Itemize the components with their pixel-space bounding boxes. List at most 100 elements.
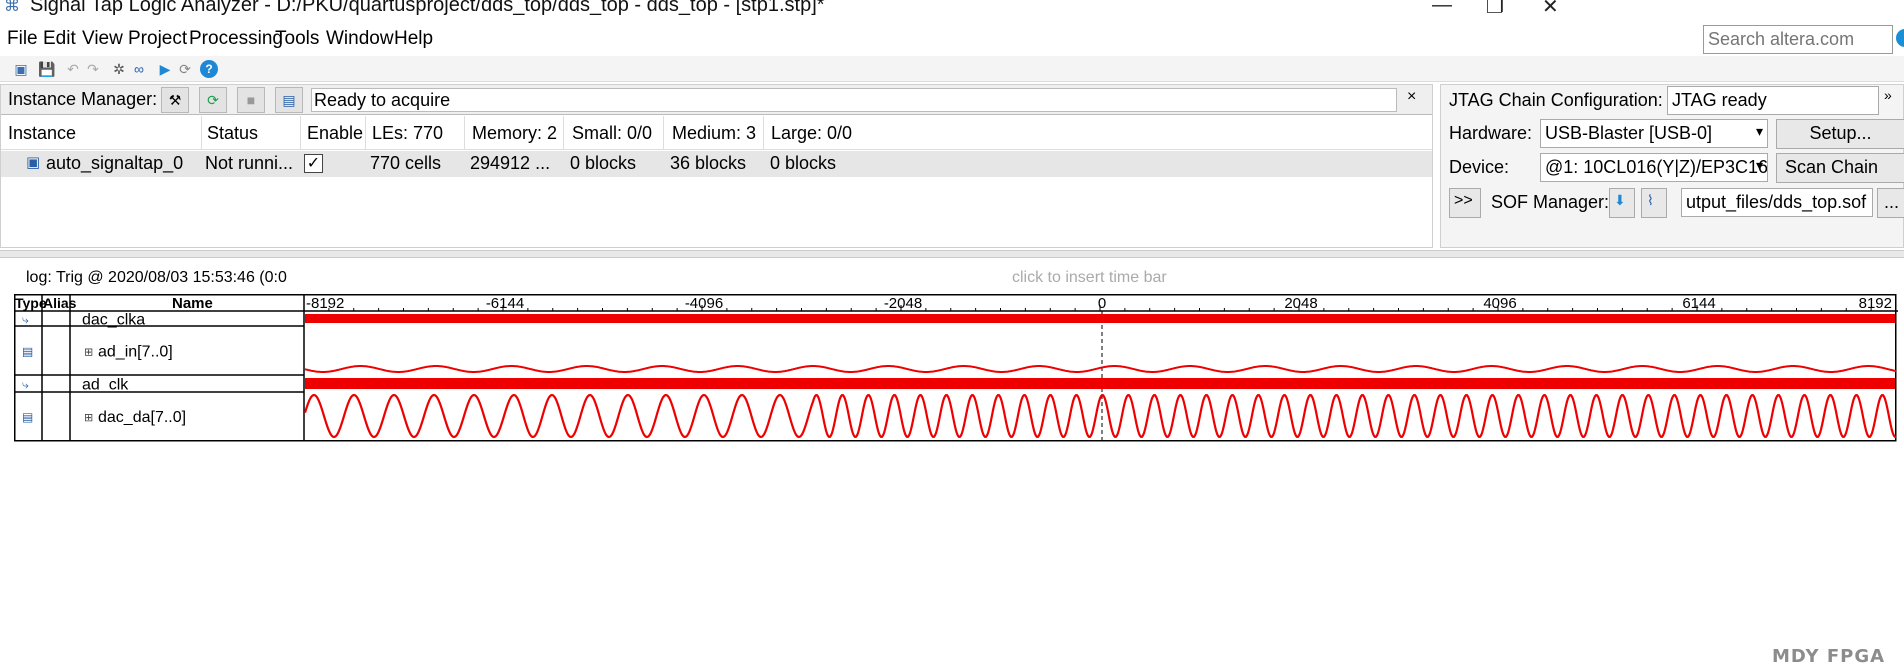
read-data-icon[interactable]: ▤ (275, 87, 303, 113)
binoculars-icon[interactable]: ∞ (130, 60, 148, 78)
table-row[interactable]: ▣ auto_signaltap_0 Not runni... ✓ 770 ce… (1, 151, 1432, 177)
menu-window[interactable]: Window (326, 28, 394, 50)
autorun-analysis-icon[interactable]: ⟳ (199, 87, 227, 113)
signal-type-icon: ▤ (22, 345, 33, 359)
signal-type-icon: ⤷ (22, 313, 29, 327)
menu-help[interactable]: Help (394, 28, 433, 50)
acquisition-status: Ready to acquire (311, 88, 1397, 112)
waveform-grid[interactable]: Type Alias Name -8192 -6144 -4096 -2048 0 204… (14, 294, 1898, 470)
tick-label: 0 (1098, 295, 1106, 312)
instance-name: auto_signaltap_0 (46, 153, 184, 173)
help-icon[interactable]: ? (200, 60, 218, 78)
clock-waveform (305, 314, 1895, 323)
instance-table-header: Instance Status Enable LEs: 770 Memory: … (1, 116, 1432, 150)
tick-label: 4096 (1483, 295, 1516, 312)
instance-icon: ▣ (26, 154, 41, 171)
expand-button[interactable]: >> (1449, 188, 1481, 218)
instance-manager-header: Instance Manager: ⚒ ⟳ ■ ▤ Ready to acqui… (1, 85, 1432, 115)
stop-icon[interactable]: ■ (237, 87, 265, 113)
run-icon[interactable]: ▶ (156, 60, 174, 78)
instance-manager-label: Instance Manager: (8, 89, 158, 109)
tick-label: 6144 (1682, 295, 1715, 312)
scan-chain-button[interactable]: Scan Chain (1776, 153, 1904, 183)
column-les[interactable]: LEs: 770 (372, 123, 443, 144)
close-icon[interactable]: × (1407, 88, 1416, 106)
browse-button[interactable]: ... (1877, 188, 1904, 218)
restore-icon[interactable]: ❐ (1486, 0, 1504, 19)
autorun-icon[interactable]: ⟳ (176, 60, 194, 78)
clock-waveform (305, 378, 1895, 389)
signal-row[interactable]: ▤ ⊞ dac_da[7..0] (22, 393, 1897, 439)
sof-manager-label: SOF Manager: (1491, 192, 1610, 212)
les-value: 770 cells (370, 153, 442, 173)
menu-processing[interactable]: Processing (189, 28, 283, 50)
jtag-chain-panel: JTAG Chain Configuration: JTAG ready » H… (1440, 84, 1904, 248)
device-select[interactable]: @1: 10CL016(Y|Z)/EP3C16/I (1540, 153, 1768, 182)
signal-name: ad_in[7..0] (98, 344, 173, 361)
program-device-icon[interactable]: ⬇ (1609, 188, 1635, 218)
save-icon[interactable]: 💾 (38, 60, 56, 78)
signal-type-icon: ▤ (22, 410, 33, 424)
tick-label: -8192 (306, 295, 344, 312)
bus-waveform (304, 365, 1897, 373)
signal-row[interactable]: ▤ ⊞ ad_in[7..0] (22, 344, 1897, 373)
large-value: 0 blocks (770, 153, 837, 173)
title-bar: ⌘ Signal Tap Logic Analyzer - D:/PKU/qua… (0, 0, 1904, 26)
menu-view[interactable]: View (82, 28, 123, 50)
signal-row[interactable]: ⤷ ad_clk (22, 377, 1895, 394)
setup-button[interactable]: Setup... (1776, 119, 1904, 149)
device-label: Device: (1449, 157, 1510, 177)
sof-file-field[interactable]: utput_files/dds_top.sof (1681, 188, 1873, 217)
instance-manager-panel: Instance Manager: ⚒ ⟳ ■ ▤ Ready to acqui… (0, 84, 1433, 248)
enable-checkbox[interactable]: ✓ (304, 154, 323, 173)
panel-splitter[interactable] (0, 250, 1904, 258)
undo-icon[interactable]: ↶ (64, 60, 82, 78)
signal-type-icon: ⤷ (22, 378, 29, 392)
signal-name: dac_clka (82, 312, 145, 329)
wand-icon[interactable]: ⚒ (161, 87, 189, 113)
project-navigator-icon[interactable]: ▣ (12, 60, 30, 78)
tick-label: 8192 (1859, 295, 1892, 312)
column-medium[interactable]: Medium: 3 (672, 123, 756, 144)
column-small[interactable]: Small: 0/0 (572, 123, 652, 144)
hardware-label: Hardware: (1449, 123, 1533, 143)
jtag-label: JTAG Chain Configuration: (1449, 90, 1663, 110)
attach-file-icon[interactable]: ⌇ (1641, 188, 1667, 218)
close-icon[interactable]: ✕ (1542, 0, 1559, 19)
minimize-icon[interactable]: — (1432, 0, 1452, 17)
waveform-viewer: log: Trig @ 2020/08/03 15:53:46 (0:0 cli… (0, 262, 1904, 670)
menu-project[interactable]: Project (128, 28, 187, 50)
instance-status: Not runni... (205, 153, 294, 173)
column-instance[interactable]: Instance (8, 123, 76, 144)
memory-value: 294912 ... (470, 153, 551, 173)
column-status[interactable]: Status (207, 123, 258, 144)
menu-file[interactable]: File (7, 28, 38, 50)
tick-label: -2048 (884, 295, 922, 312)
log-label: log: Trig @ 2020/08/03 15:53:46 (0:0 (26, 269, 287, 286)
tick-label: -6144 (486, 295, 524, 312)
signal-name: dac_da[7..0] (98, 409, 186, 426)
medium-value: 36 blocks (670, 153, 747, 173)
app-icon: ⌘ (4, 0, 20, 15)
insert-time-bar-hint[interactable]: click to insert time bar (1012, 269, 1167, 287)
toolbar: ▣ 💾 ↶ ↷ ✲ ∞ ▶ ⟳ ? (0, 56, 1904, 82)
jtag-collapse-icon[interactable]: » (1884, 87, 1892, 103)
expand-icon[interactable]: ⊞ (84, 411, 93, 424)
signal-name: ad_clk (82, 377, 129, 394)
column-enable[interactable]: Enable (307, 123, 363, 144)
column-large[interactable]: Large: 0/0 (771, 123, 852, 144)
hardware-select[interactable]: USB-Blaster [USB-0] (1540, 119, 1768, 148)
small-value: 0 blocks (570, 153, 637, 173)
tick-label: -4096 (685, 295, 723, 312)
watermark: MDY FPGA (1772, 646, 1886, 667)
column-memory[interactable]: Memory: 2 (472, 123, 557, 144)
node-finder-icon[interactable]: ✲ (110, 60, 128, 78)
menu-tools[interactable]: Tools (275, 28, 319, 50)
redo-icon[interactable]: ↷ (84, 60, 102, 78)
search-input[interactable] (1703, 25, 1893, 54)
window-title: Signal Tap Logic Analyzer - D:/PKU/quart… (30, 0, 825, 16)
menu-edit[interactable]: Edit (43, 28, 76, 50)
expand-icon[interactable]: ⊞ (84, 346, 93, 359)
name-header: Name (172, 295, 213, 312)
bus-waveform (303, 393, 1897, 439)
